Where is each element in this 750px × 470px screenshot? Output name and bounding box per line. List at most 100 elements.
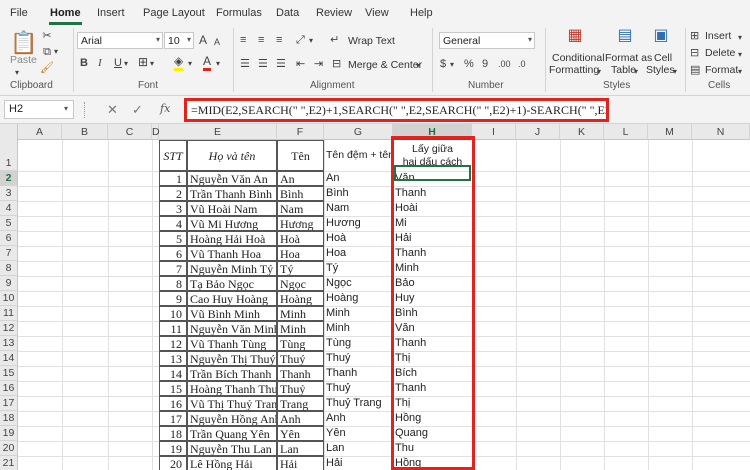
underline-dropdown-icon[interactable]: ▾ [124,57,128,71]
cell-ten-dem[interactable]: Minh [324,306,393,321]
cell-ho-ten[interactable]: Vũ Thanh Tùng [187,336,277,351]
cell-ho-ten[interactable]: Hoàng Thanh Thuỷ [187,381,277,396]
cell-ten[interactable]: Yên [277,426,324,441]
cell-stt[interactable]: 8 [159,276,187,291]
format-as-table-button[interactable]: Format as [605,52,652,64]
format-dropdown-icon[interactable]: ▾ [738,65,742,79]
row-header[interactable]: 9 [0,276,18,291]
cell-stt[interactable]: 1 [159,171,187,186]
cell-ten[interactable]: Hoàng [277,291,324,306]
wrap-text-icon[interactable]: ↵ [330,33,339,47]
cell-lay-giua[interactable]: Thu [393,441,472,456]
underline-button[interactable]: U [114,56,122,70]
cell-stt[interactable]: 11 [159,321,187,336]
copy-dropdown-icon[interactable]: ▾ [54,45,58,59]
cell-ten-dem[interactable]: Hải [324,456,393,470]
cell-stt[interactable]: 4 [159,216,187,231]
menu-tab-file[interactable]: File [10,7,28,19]
cell-ten-dem[interactable]: An [324,171,393,186]
cell-ten[interactable]: Thuý [277,351,324,366]
cell-ten-dem[interactable]: Nam [324,201,393,216]
fill-color-dropdown-icon[interactable]: ▾ [188,57,192,71]
cell-ten[interactable]: Hương [277,216,324,231]
column-header-i[interactable]: I [472,124,516,140]
cell-ten[interactable]: Bình [277,186,324,201]
row-header[interactable]: 20 [0,441,18,456]
cell-ho-ten[interactable]: Nguyễn Văn Minh [187,321,277,336]
formula-bar-divider[interactable] [84,102,86,118]
row-header[interactable]: 12 [0,321,18,336]
cell-ho-ten[interactable]: Vũ Mi Hương [187,216,277,231]
decrease-indent-icon[interactable]: ⇤ [296,57,305,71]
cell-ho-ten[interactable]: Trần Quang Yên [187,426,277,441]
align-center-icon[interactable]: ☰ [258,57,268,71]
menu-tab-review[interactable]: Review [316,7,352,19]
cell-ten[interactable]: Trang [277,396,324,411]
comma-style-icon[interactable]: 9 [482,57,488,71]
cell-stt[interactable]: 7 [159,261,187,276]
column-header-n[interactable]: N [692,124,750,140]
cell-ho-ten[interactable]: Nguyễn Thu Lan [187,441,277,456]
column-header-h[interactable]: H [393,124,472,140]
cell-lay-giua[interactable]: Hồng [393,456,472,470]
row-header[interactable]: 3 [0,186,18,201]
cell-stt[interactable]: 5 [159,231,187,246]
cell-ho-ten[interactable]: Trần Thanh Bình [187,186,277,201]
cell-lay-giua[interactable]: Thanh [393,186,472,201]
orientation-icon[interactable]: ⤢ [296,33,305,47]
font-size-box[interactable]: 10 ▾ [164,32,194,49]
conditional-formatting-label-2[interactable]: Formatting [549,64,599,76]
cell-ten-dem[interactable]: Yên [324,426,393,441]
borders-dropdown-icon[interactable]: ▾ [150,57,154,71]
cancel-icon[interactable]: ✕ [107,102,118,118]
column-header-e[interactable]: E [159,124,277,140]
cell-ten[interactable]: An [277,171,324,186]
cell-ten-dem[interactable]: Minh [324,321,393,336]
cell-stt[interactable]: 20 [159,456,187,470]
cell-lay-giua[interactable]: Hải [393,231,472,246]
cell-ten[interactable]: Hoa [277,246,324,261]
cell-ten[interactable]: Tùng [277,336,324,351]
cell-lay-giua[interactable]: Bảo [393,276,472,291]
fill-color-icon[interactable]: ◈ [174,54,184,71]
insert-button[interactable]: Insert [705,30,731,42]
percent-style-icon[interactable]: % [464,57,474,71]
wrap-text-button[interactable]: Wrap Text [348,35,395,47]
cell-ten[interactable]: Thuỷ [277,381,324,396]
cut-icon[interactable]: ✂ [40,29,54,43]
align-top-icon[interactable]: ≡ [240,33,246,47]
menu-tab-insert[interactable]: Insert [97,7,125,19]
cell-lay-giua[interactable]: Thị [393,396,472,411]
font-color-dropdown-icon[interactable]: ▾ [216,57,220,71]
cell-stt[interactable]: 16 [159,396,187,411]
cell-ho-ten[interactable]: Hoàng Hải Hoà [187,231,277,246]
cell-ho-ten[interactable]: Nguyễn Minh Tý [187,261,277,276]
cell-lay-giua[interactable]: Quang [393,426,472,441]
header-lay-giua[interactable]: Lấy giữa hai dấu cách [393,140,472,171]
menu-tab-data[interactable]: Data [276,7,299,19]
column-header-m[interactable]: M [648,124,692,140]
cell-lay-giua[interactable]: Thị [393,351,472,366]
row-header[interactable]: 19 [0,426,18,441]
header-ten[interactable]: Tên [277,140,324,171]
enter-icon[interactable]: ✓ [132,102,143,118]
format-cells-icon[interactable]: ▤ [690,63,700,77]
font-color-icon[interactable]: A [203,54,212,71]
cell-ho-ten[interactable]: Cao Huy Hoàng [187,291,277,306]
row-header[interactable]: 10 [0,291,18,306]
decrease-decimal-icon[interactable]: .0 [518,57,526,71]
format-cells-button[interactable]: Format [705,64,738,76]
column-header-a[interactable]: A [18,124,62,140]
insert-dropdown-icon[interactable]: ▾ [738,31,742,45]
increase-indent-icon[interactable]: ⇥ [314,57,323,71]
cell-ten[interactable]: Ngọc [277,276,324,291]
align-bottom-icon[interactable]: ≡ [276,33,282,47]
cell-ho-ten[interactable]: Vũ Bình Minh [187,306,277,321]
cell-ten[interactable]: Nam [277,201,324,216]
menu-tab-formulas[interactable]: Formulas [216,7,262,19]
format-table-dropdown-icon[interactable]: ▾ [634,65,638,79]
shrink-font-icon[interactable]: A [214,35,220,49]
cell-lay-giua[interactable]: Thanh [393,381,472,396]
cell-ho-ten[interactable]: Trần Bích Thanh [187,366,277,381]
row-header[interactable]: 13 [0,336,18,351]
